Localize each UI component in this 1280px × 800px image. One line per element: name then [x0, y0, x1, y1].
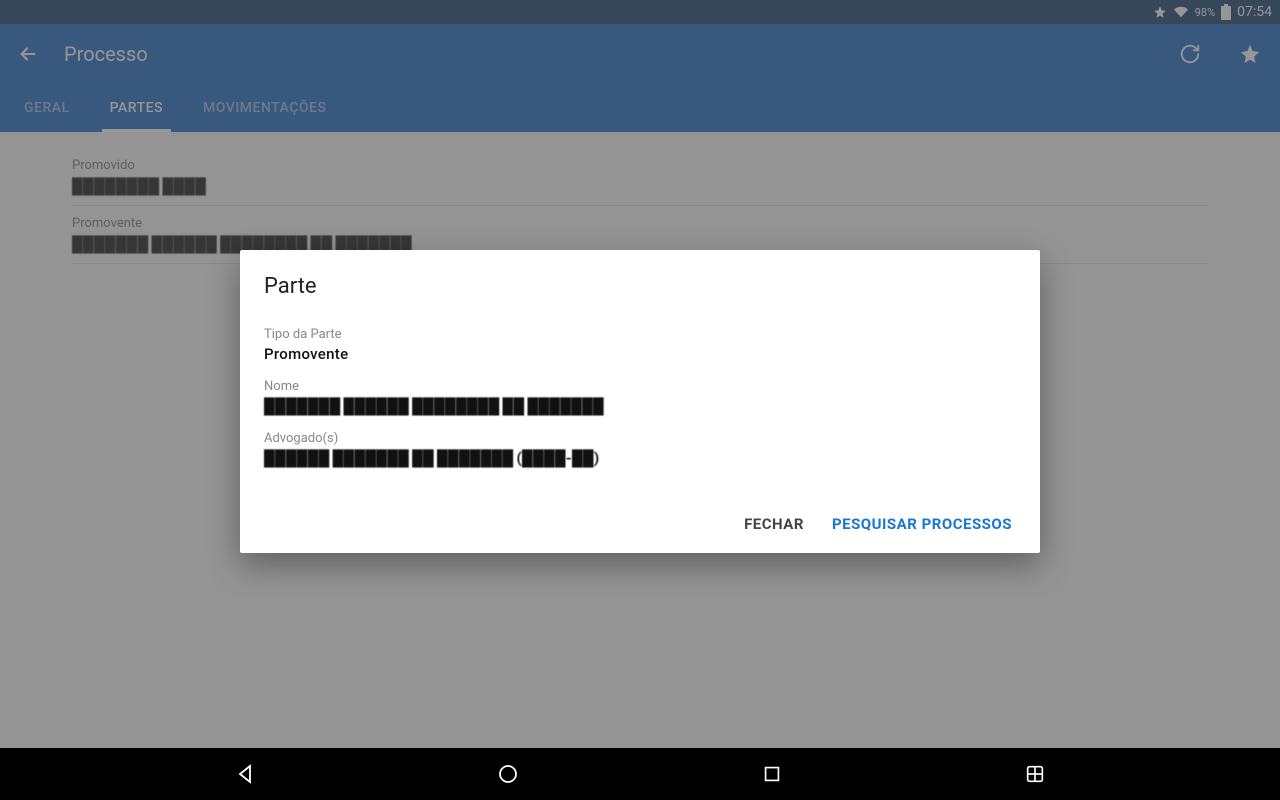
- dialog-actions: FECHAR PESQUISAR PROCESSOS: [264, 507, 1016, 541]
- field-advogados: Advogado(s) ██████ ███████ ██ ███████ (█…: [264, 431, 1016, 467]
- field-label: Advogado(s): [264, 431, 1016, 446]
- nav-grid-icon[interactable]: [1017, 756, 1053, 792]
- search-processes-button[interactable]: PESQUISAR PROCESSOS: [832, 515, 1012, 533]
- field-label: Nome: [264, 379, 1016, 394]
- close-button[interactable]: FECHAR: [744, 515, 804, 533]
- field-value: ███████ ██████ ████████ ██ ███████: [264, 397, 1016, 415]
- parte-dialog: Parte Tipo da Parte Promovente Nome ████…: [240, 250, 1040, 553]
- field-tipo-da-parte: Tipo da Parte Promovente: [264, 327, 1016, 363]
- nav-home-icon[interactable]: [490, 756, 526, 792]
- field-nome: Nome ███████ ██████ ████████ ██ ███████: [264, 379, 1016, 415]
- field-value: Promovente: [264, 345, 1016, 363]
- system-nav-bar: [0, 748, 1280, 800]
- field-value: ██████ ███████ ██ ███████ (████-██): [264, 449, 1016, 467]
- field-label: Tipo da Parte: [264, 327, 1016, 342]
- nav-back-icon[interactable]: [227, 756, 263, 792]
- dialog-title: Parte: [264, 274, 1016, 299]
- nav-recent-icon[interactable]: [754, 756, 790, 792]
